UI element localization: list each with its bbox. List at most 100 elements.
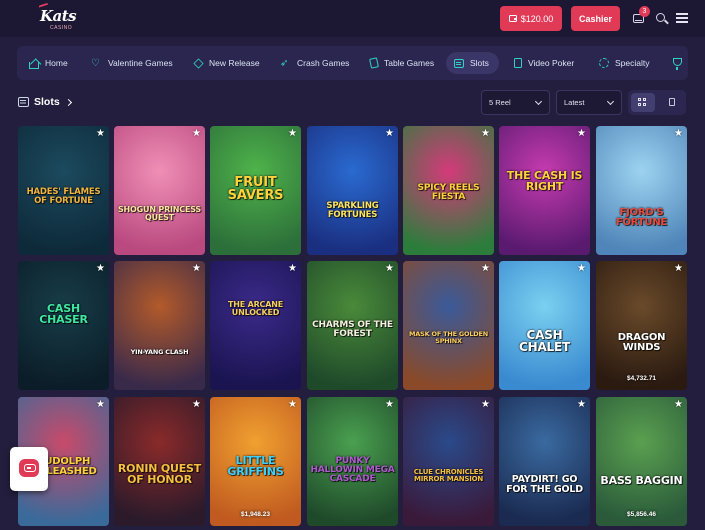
view-toggle bbox=[628, 90, 686, 115]
search-icon[interactable] bbox=[655, 10, 669, 26]
game-tile[interactable]: PUNKY HALLOWIN MEGA CASCADE ★ bbox=[307, 397, 398, 526]
heart-icon: ♡ bbox=[91, 57, 100, 69]
game-thumbnail bbox=[210, 261, 301, 390]
grid-view-button[interactable] bbox=[631, 93, 655, 112]
star-icon[interactable]: ★ bbox=[192, 264, 201, 274]
game-tile[interactable]: LITTLE GRIFFINS ★ $1,948.23 bbox=[210, 397, 301, 526]
chip-icon bbox=[599, 58, 609, 68]
star-icon[interactable]: ★ bbox=[577, 264, 586, 274]
jackpot-amount: $1,948.23 bbox=[241, 511, 270, 518]
game-tile[interactable]: MASK OF THE GOLDEN SPHINX ★ bbox=[403, 261, 494, 390]
game-tile[interactable]: HADES' FLAMES OF FORTUNE ★ bbox=[18, 126, 109, 255]
top-bar: Kats CASINO $120.00 Cashier 3 bbox=[0, 0, 705, 37]
game-title: THE ARCANE UNLOCKED bbox=[228, 300, 283, 317]
star-icon[interactable]: ★ bbox=[96, 400, 105, 410]
reel-filter-select[interactable]: 5 Reel bbox=[481, 90, 550, 115]
game-title: FRUIT SAVERS bbox=[227, 175, 284, 203]
category-label: New Release bbox=[209, 58, 260, 68]
game-title: FJORD'S FORTUNE bbox=[615, 207, 668, 228]
star-icon[interactable]: ★ bbox=[288, 400, 297, 410]
game-thumbnail bbox=[499, 397, 590, 526]
game-tile[interactable]: BASS BAGGIN ★ $5,856.46 bbox=[596, 397, 687, 526]
game-tile[interactable]: CLUE CHRONICLES MIRROR MANSION ★ bbox=[403, 397, 494, 526]
category-table-games[interactable]: Table Games bbox=[369, 52, 434, 74]
chat-icon bbox=[19, 459, 39, 477]
chevron-down-icon bbox=[606, 97, 615, 106]
balance-button[interactable]: $120.00 bbox=[500, 6, 562, 31]
section-header[interactable]: Slots bbox=[18, 94, 72, 110]
game-tile[interactable]: PAYDIRT! GO FOR THE GOLD ★ bbox=[499, 397, 590, 526]
home-icon bbox=[29, 61, 39, 69]
star-icon[interactable]: ★ bbox=[674, 129, 683, 139]
category-valentine-games[interactable]: ♡ Valentine Games bbox=[91, 52, 173, 74]
star-icon[interactable]: ★ bbox=[385, 129, 394, 139]
category-label: Crash Games bbox=[297, 58, 350, 68]
game-tile[interactable]: SHOGUN PRINCESS QUEST ★ bbox=[114, 126, 205, 255]
category-slots[interactable]: Slots bbox=[446, 52, 499, 74]
reel-filter-value: 5 Reel bbox=[489, 98, 511, 107]
game-title: CLUE CHRONICLES MIRROR MANSION bbox=[413, 468, 484, 483]
star-icon[interactable]: ★ bbox=[674, 400, 683, 410]
star-icon[interactable]: ★ bbox=[288, 129, 297, 139]
logo-subtext: CASINO bbox=[50, 25, 73, 31]
chat-button[interactable] bbox=[10, 447, 48, 491]
star-icon[interactable]: ★ bbox=[481, 264, 490, 274]
logo-text: Kats bbox=[40, 7, 77, 25]
category-home[interactable]: Home bbox=[29, 52, 68, 74]
category-new-release[interactable]: New Release bbox=[193, 52, 260, 74]
balance-label: $120.00 bbox=[520, 13, 554, 24]
game-title: RONIN QUEST OF HONOR bbox=[117, 462, 202, 486]
game-tile[interactable]: FJORD'S FORTUNE ★ bbox=[596, 126, 687, 255]
star-icon[interactable]: ★ bbox=[481, 129, 490, 139]
game-title: LITTLE GRIFFINS bbox=[227, 454, 284, 478]
star-icon[interactable]: ★ bbox=[385, 264, 394, 274]
game-tile[interactable]: SPARKLING FORTUNES ★ bbox=[307, 126, 398, 255]
category-label: Specialty bbox=[615, 58, 650, 68]
game-title: BASS BAGGIN bbox=[600, 474, 683, 487]
trophy-icon[interactable] bbox=[673, 58, 682, 70]
star-icon[interactable]: ★ bbox=[192, 129, 201, 139]
game-title: CHARMS OF THE FOREST bbox=[312, 320, 393, 339]
game-tile[interactable]: CHARMS OF THE FOREST ★ bbox=[307, 261, 398, 390]
category-specialty[interactable]: Specialty bbox=[599, 52, 650, 74]
game-tile[interactable]: THE ARCANE UNLOCKED ★ bbox=[210, 261, 301, 390]
game-title: CASH CHALET bbox=[519, 328, 570, 354]
game-tile[interactable]: CASH CHALET ★ bbox=[499, 261, 590, 390]
star-icon[interactable]: ★ bbox=[96, 264, 105, 274]
category-crash-games[interactable]: ➶ Crash Games bbox=[280, 52, 349, 74]
game-tile[interactable]: DRAGON WINDS ★ $4,732.71 bbox=[596, 261, 687, 390]
game-title: SPARKLING FORTUNES bbox=[326, 201, 379, 220]
poker-card-icon bbox=[514, 58, 522, 68]
category-video-poker[interactable]: Video Poker bbox=[514, 52, 574, 74]
app-root: Kats CASINO $120.00 Cashier 3 Home ♡ Val… bbox=[0, 0, 705, 530]
game-tile[interactable]: CASH CHASER ★ bbox=[18, 261, 109, 390]
game-thumbnail bbox=[403, 397, 494, 526]
hamburger-menu-icon[interactable] bbox=[676, 10, 690, 26]
game-tile[interactable]: SPICY REELS FIESTA ★ bbox=[403, 126, 494, 255]
game-title: MASK OF THE GOLDEN SPHINX bbox=[409, 330, 488, 345]
game-tile[interactable]: THE CASH IS RIGHT ★ bbox=[499, 126, 590, 255]
sort-select[interactable]: Latest bbox=[556, 90, 622, 115]
kats-casino-logo[interactable]: Kats CASINO bbox=[36, 2, 77, 32]
notification-badge: 3 bbox=[639, 6, 650, 17]
chevron-down-icon bbox=[534, 97, 543, 106]
cashier-button[interactable]: Cashier bbox=[571, 6, 620, 31]
game-title: CASH CHASER bbox=[39, 302, 88, 326]
game-tile[interactable]: FRUIT SAVERS ★ bbox=[210, 126, 301, 255]
category-label: Slots bbox=[470, 58, 489, 68]
star-icon[interactable]: ★ bbox=[674, 264, 683, 274]
category-label: Valentine Games bbox=[108, 58, 173, 68]
list-view-button[interactable] bbox=[661, 93, 683, 112]
wallet-icon bbox=[508, 15, 517, 22]
game-tile[interactable]: RONIN QUEST OF HONOR ★ bbox=[114, 397, 205, 526]
game-tile[interactable]: YIN-YANG CLASH ★ bbox=[114, 261, 205, 390]
star-icon[interactable]: ★ bbox=[288, 264, 297, 274]
star-icon[interactable]: ★ bbox=[577, 400, 586, 410]
star-icon[interactable]: ★ bbox=[192, 400, 201, 410]
star-icon[interactable]: ★ bbox=[385, 400, 394, 410]
cards-icon bbox=[369, 57, 379, 69]
star-icon[interactable]: ★ bbox=[96, 129, 105, 139]
star-icon[interactable]: ★ bbox=[577, 129, 586, 139]
star-icon[interactable]: ★ bbox=[481, 400, 490, 410]
game-title: SPICY REELS FIESTA bbox=[417, 183, 480, 202]
